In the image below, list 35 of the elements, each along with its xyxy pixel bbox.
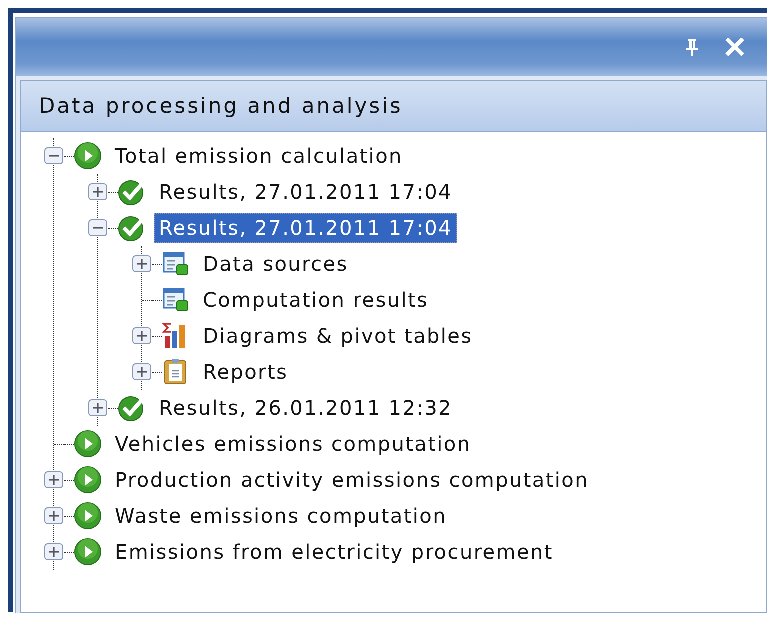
tree-item[interactable]: Production activity emissions computation [110, 465, 594, 495]
tree-item[interactable]: Reports [198, 357, 294, 387]
tree-item[interactable]: Vehicles emissions computation [110, 429, 476, 459]
tree-item[interactable]: Emissions from electricity procurement [110, 537, 558, 567]
expand-icon[interactable] [132, 363, 152, 381]
expand-icon[interactable] [88, 399, 108, 417]
check-icon [118, 394, 146, 422]
table-icon [162, 286, 190, 314]
check-icon [118, 214, 146, 242]
expand-icon[interactable] [88, 183, 108, 201]
play-icon [74, 466, 102, 494]
collapse-icon[interactable] [44, 147, 64, 165]
play-icon [74, 430, 102, 458]
table-icon [162, 250, 190, 278]
close-icon[interactable] [725, 38, 745, 56]
tree-item[interactable]: Diagrams & pivot tables [198, 321, 478, 351]
tree-item[interactable]: Results, 27.01.2011 17:04 [154, 213, 458, 243]
tree-item[interactable]: Waste emissions computation [110, 501, 452, 531]
expand-icon[interactable] [132, 327, 152, 345]
collapse-icon[interactable] [88, 219, 108, 237]
tree-item[interactable]: Data sources [198, 249, 354, 279]
tree-item[interactable]: Results, 27.01.2011 17:04 [154, 177, 458, 207]
play-icon [74, 502, 102, 530]
panel-title: Data processing and analysis [20, 80, 767, 131]
expand-icon[interactable] [44, 543, 64, 561]
tree-item[interactable]: Computation results [198, 285, 434, 315]
expand-icon[interactable] [132, 255, 152, 273]
pin-icon[interactable] [685, 38, 699, 56]
play-icon [74, 142, 102, 170]
play-icon [74, 538, 102, 566]
expand-icon[interactable] [44, 507, 64, 525]
tree-item[interactable]: Results, 26.01.2011 12:32 [154, 393, 458, 423]
check-icon [118, 178, 146, 206]
tree-item[interactable]: Total emission calculation [110, 141, 408, 171]
expand-icon[interactable] [44, 471, 64, 489]
